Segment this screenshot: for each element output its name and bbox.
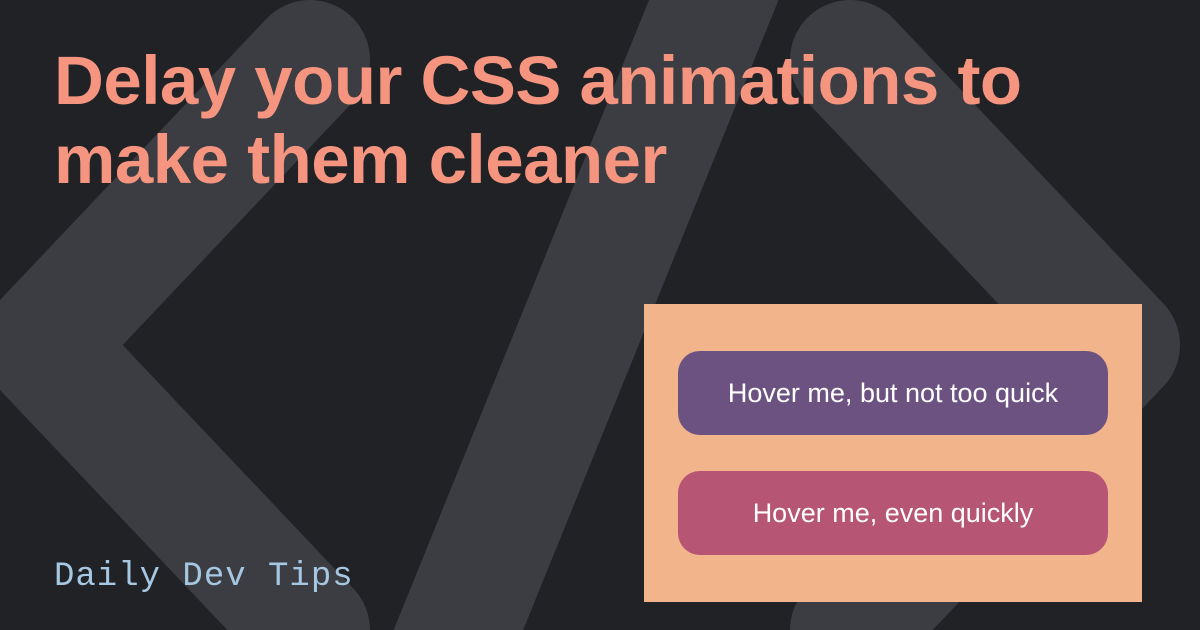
hover-slow-label: Hover me, but not too quick xyxy=(728,378,1058,409)
hover-quick-label: Hover me, even quickly xyxy=(753,498,1034,529)
demo-preview-card: Hover me, but not too quick Hover me, ev… xyxy=(644,304,1142,602)
article-title: Delay your CSS animations to make them c… xyxy=(54,42,1140,199)
hover-quick-button[interactable]: Hover me, even quickly xyxy=(678,471,1108,555)
hover-slow-button[interactable]: Hover me, but not too quick xyxy=(678,351,1108,435)
site-brand: Daily Dev Tips xyxy=(54,558,354,596)
